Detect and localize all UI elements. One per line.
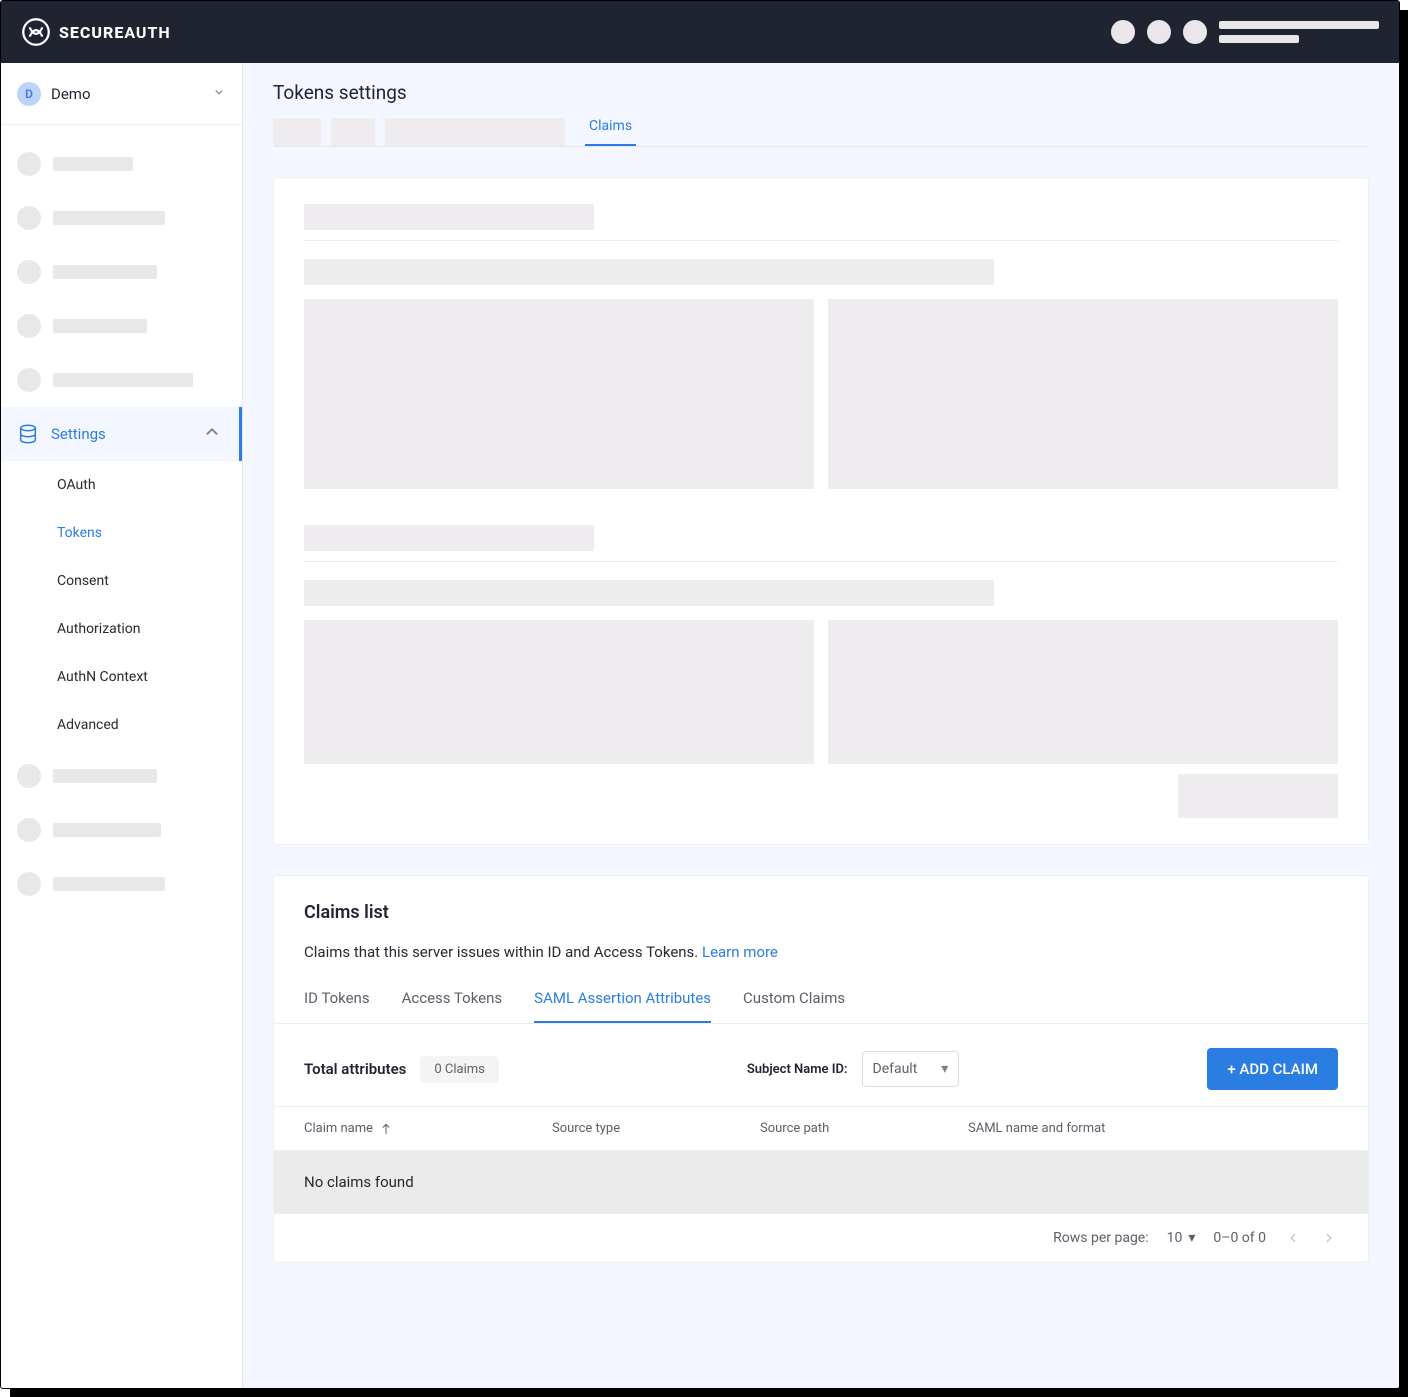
brand-icon: [21, 17, 51, 47]
brand-name-suffix: AUTH: [124, 23, 170, 42]
sidebar-subitem-tokens[interactable]: Tokens: [1, 509, 242, 557]
dropdown-arrow-icon: ▾: [1188, 1230, 1195, 1246]
tab-custom-claims[interactable]: Custom Claims: [743, 989, 845, 1023]
topbar-action-placeholder[interactable]: [1147, 20, 1171, 44]
table-footer: Rows per page: 10 ▾ 0–0 of 0: [274, 1213, 1368, 1262]
table-header: Claim name Source type Source path SAML …: [274, 1106, 1368, 1151]
tab-placeholder[interactable]: [385, 118, 565, 146]
main-content: Tokens settings Claims: [243, 63, 1399, 1388]
next-page-button[interactable]: [1320, 1231, 1338, 1245]
claims-description: Claims that this server issues within ID…: [304, 943, 1338, 961]
sort-asc-icon: [379, 1122, 393, 1136]
sidebar-item-placeholder[interactable]: [1, 137, 242, 191]
table-empty-state: No claims found: [274, 1151, 1368, 1213]
rows-per-page-label: Rows per page:: [1053, 1230, 1148, 1246]
topbar-avatar[interactable]: [1183, 20, 1207, 44]
brand-logo: SECUREAUTH: [21, 17, 171, 47]
prev-page-button[interactable]: [1284, 1231, 1302, 1245]
sidebar-item-placeholder[interactable]: [1, 353, 242, 407]
workspace-avatar: D: [17, 82, 41, 106]
sidebar-item-placeholder[interactable]: [1, 245, 242, 299]
subject-name-id-select[interactable]: Default ▾: [862, 1051, 960, 1087]
settings-skeleton-card: [273, 177, 1369, 845]
sidebar-subitem-authorization[interactable]: Authorization: [1, 605, 242, 653]
column-source-path[interactable]: Source path: [760, 1121, 960, 1136]
claims-list-card: Claims list Claims that this server issu…: [273, 875, 1369, 1263]
pagination-range: 0–0 of 0: [1213, 1230, 1266, 1246]
column-source-type[interactable]: Source type: [552, 1121, 752, 1136]
topbar-action-placeholder[interactable]: [1111, 20, 1135, 44]
sidebar-subitem-oauth[interactable]: OAuth: [1, 461, 242, 509]
topbar-user-label: [1219, 21, 1379, 43]
tab-placeholder[interactable]: [273, 118, 321, 146]
tab-claims[interactable]: Claims: [585, 118, 636, 146]
sidebar-item-placeholder[interactable]: [1, 299, 242, 353]
dropdown-arrow-icon: ▾: [941, 1061, 948, 1077]
sidebar-item-settings[interactable]: Settings: [1, 407, 242, 461]
sidebar-subitem-consent[interactable]: Consent: [1, 557, 242, 605]
top-navigation: SECUREAUTH: [1, 1, 1399, 63]
claims-title: Claims list: [304, 902, 1338, 923]
chevron-right-icon: [1322, 1231, 1336, 1245]
topbar-actions: [1111, 20, 1379, 44]
sidebar-item-placeholder[interactable]: [1, 749, 242, 803]
tab-id-tokens[interactable]: ID Tokens: [304, 989, 370, 1023]
brand-name-prefix: SECURE: [59, 23, 124, 42]
chevron-up-icon: [201, 421, 223, 447]
sidebar-subitem-authn-context[interactable]: AuthN Context: [1, 653, 242, 701]
claims-table: Claim name Source type Source path SAML …: [274, 1106, 1368, 1262]
sidebar-item-placeholder[interactable]: [1, 803, 242, 857]
total-attributes-label: Total attributes: [304, 1060, 406, 1078]
workspace-name: Demo: [51, 85, 202, 103]
sidebar-item-placeholder[interactable]: [1, 191, 242, 245]
learn-more-link[interactable]: Learn more: [702, 943, 778, 961]
subject-name-id-value: Default: [873, 1061, 918, 1077]
chevron-down-icon: [212, 84, 226, 103]
tab-access-tokens[interactable]: Access Tokens: [402, 989, 503, 1023]
tab-saml-assertion-attributes[interactable]: SAML Assertion Attributes: [534, 989, 711, 1023]
claims-tabs: ID Tokens Access Tokens SAML Assertion A…: [274, 989, 1368, 1024]
tab-placeholder[interactable]: [331, 118, 375, 146]
sidebar-item-placeholder[interactable]: [1, 857, 242, 911]
claims-count-badge: 0 Claims: [420, 1056, 499, 1083]
database-icon: [17, 423, 39, 445]
page-tabs: Claims: [273, 118, 1369, 147]
workspace-selector[interactable]: D Demo: [1, 63, 242, 125]
page-title: Tokens settings: [273, 81, 1369, 104]
rows-per-page-select[interactable]: 10 ▾: [1167, 1230, 1196, 1246]
column-claim-name[interactable]: Claim name: [304, 1121, 544, 1136]
column-saml-name-format[interactable]: SAML name and format: [968, 1121, 1338, 1136]
chevron-left-icon: [1286, 1231, 1300, 1245]
settings-label: Settings: [51, 425, 189, 443]
add-claim-button[interactable]: + ADD CLAIM: [1207, 1048, 1338, 1090]
sidebar: D Demo Settings OAuth: [1, 63, 243, 1388]
sidebar-subitem-advanced[interactable]: Advanced: [1, 701, 242, 749]
subject-name-id-label: Subject Name ID:: [747, 1062, 848, 1077]
